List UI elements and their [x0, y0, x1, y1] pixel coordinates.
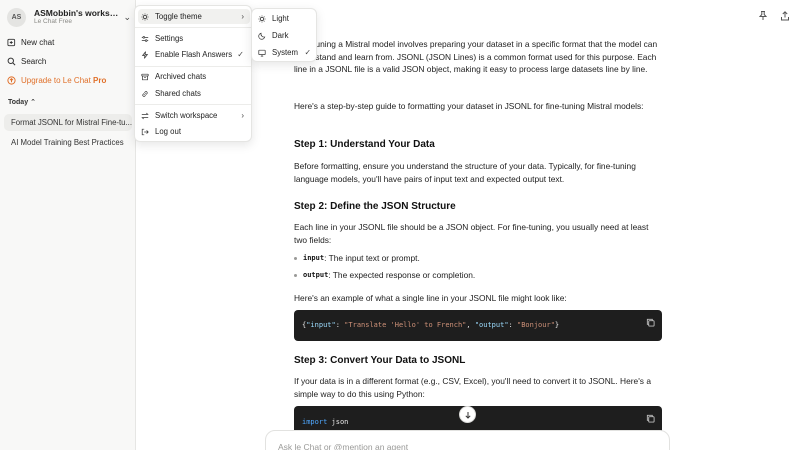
menu-item-archived-chats[interactable]: Archived chats	[138, 69, 250, 84]
workspace-plan: Le Chat Free	[34, 18, 72, 26]
theme-option-label: System	[272, 48, 298, 57]
theme-option-label: Light	[272, 14, 289, 23]
list-item: output: The expected response or complet…	[294, 269, 662, 282]
theme-option-dark[interactable]: Dark	[255, 28, 315, 43]
upgrade-icon	[7, 75, 16, 85]
theme-submenu: Light Dark System ✓	[251, 8, 317, 62]
menu-item-switch-workspace[interactable]: Switch workspace ›	[138, 108, 250, 123]
sun-icon	[258, 14, 266, 23]
menu-divider	[135, 27, 251, 28]
code-line: {"input": "Translate 'Hello' to French",…	[302, 321, 560, 330]
chat-item[interactable]: Format JSONL for Mistral Fine-tu...	[4, 114, 132, 131]
guide-paragraph: Here's a step-by-step guide to formattin…	[294, 101, 644, 111]
copy-icon[interactable]	[646, 318, 655, 327]
checkmark-icon: ✓	[304, 48, 311, 57]
menu-item-label: Enable Flash Answers	[155, 50, 233, 59]
menu-item-label: Toggle theme	[155, 12, 202, 21]
step3-heading: Step 3: Convert Your Data to JSONL	[294, 355, 466, 366]
new-chat-label: New chat	[21, 37, 55, 47]
menu-item-toggle-theme[interactable]: Toggle theme ›	[138, 9, 250, 24]
chevron-up-icon: ⌃	[30, 99, 36, 106]
chevron-down-icon: ⌄	[123, 11, 131, 22]
workspace-switcher[interactable]: AS ASMobbin's worksp... Le Chat Free ⌄	[7, 7, 131, 27]
step3-paragraph: If your data is in a different format (e…	[294, 376, 651, 399]
bullet-dot	[294, 273, 297, 277]
search-label: Search	[21, 56, 47, 66]
checkmark-icon: ✓	[237, 50, 244, 59]
sun-icon	[141, 12, 149, 21]
menu-item-logout[interactable]: Log out	[138, 124, 250, 139]
link-icon	[142, 90, 148, 97]
menu-item-label: Archived chats	[155, 72, 207, 81]
example-paragraph: Here's an example of what a single line …	[294, 293, 567, 303]
list-item-text: : The expected response or completion.	[328, 270, 476, 280]
chat-item[interactable]: AI Model Training Best Practices	[4, 134, 132, 151]
menu-item-settings[interactable]: Settings	[138, 31, 250, 46]
scroll-down-button[interactable]	[459, 406, 476, 423]
search-icon	[7, 57, 16, 65]
theme-option-system[interactable]: System ✓	[255, 45, 315, 60]
new-chat-icon	[7, 38, 16, 46]
menu-item-shared-chats[interactable]: Shared chats	[138, 86, 250, 101]
list-item-text: : The input text or prompt.	[324, 253, 420, 263]
avatar: AS	[7, 7, 26, 27]
menu-item-label: Shared chats	[155, 89, 201, 98]
theme-option-light[interactable]: Light	[255, 11, 315, 26]
step2-paragraph: Each line in your JSONL file should be a…	[294, 222, 649, 245]
monitor-icon	[258, 49, 266, 57]
chevron-right-icon: ›	[241, 111, 244, 120]
archive-icon	[141, 73, 149, 80]
inline-code: output	[303, 271, 329, 280]
logout-icon	[141, 128, 149, 135]
menu-divider	[135, 104, 251, 105]
code-block: {"input": "Translate 'Hello' to French",…	[294, 310, 662, 341]
chat-input[interactable]	[266, 437, 669, 450]
share-icon[interactable]	[779, 10, 791, 22]
settings-icon	[141, 35, 149, 42]
upgrade-label: Upgrade to Le Chat Pro	[21, 75, 107, 85]
menu-divider	[135, 66, 251, 67]
chevron-right-icon: ›	[241, 12, 244, 21]
step2-heading: Step 2: Define the JSON Structure	[294, 201, 456, 212]
arrow-down-icon	[464, 411, 471, 419]
inline-code: input	[303, 254, 325, 263]
menu-item-label: Log out	[155, 127, 182, 136]
pin-icon[interactable]	[757, 10, 769, 22]
step1-heading: Step 1: Understand Your Data	[294, 139, 435, 150]
search-button[interactable]: Search	[7, 54, 131, 68]
section-today[interactable]: Today ⌃	[8, 98, 36, 106]
workspace-menu: Toggle theme › Settings Enable Flash Ans…	[134, 5, 252, 142]
code-line: import json	[302, 418, 349, 426]
workspace-name: ASMobbin's worksp...	[34, 8, 122, 18]
copy-icon[interactable]	[646, 414, 655, 423]
lightning-icon	[141, 50, 149, 59]
upgrade-link[interactable]: Upgrade to Le Chat Pro	[7, 73, 131, 87]
switch-icon	[141, 112, 149, 119]
menu-item-label: Switch workspace	[155, 111, 218, 120]
intro-paragraph: Fine-tuning a Mistral model involves pre…	[294, 39, 658, 75]
menu-item-label: Settings	[155, 34, 184, 43]
menu-item-flash-answers[interactable]: Enable Flash Answers ✓	[138, 47, 250, 62]
workspace-info: ASMobbin's worksp... Le Chat Free	[34, 9, 121, 25]
new-chat-button[interactable]: New chat	[7, 35, 131, 49]
sidebar: AS ASMobbin's worksp... Le Chat Free ⌄ N…	[0, 0, 136, 450]
list-item: input: The input text or prompt.	[294, 252, 662, 265]
bullet-dot	[294, 256, 297, 260]
step1-paragraph: Before formatting, ensure you understand…	[294, 161, 636, 184]
moon-icon	[258, 32, 266, 40]
chat-input-container	[265, 430, 670, 450]
theme-option-label: Dark	[272, 31, 289, 40]
